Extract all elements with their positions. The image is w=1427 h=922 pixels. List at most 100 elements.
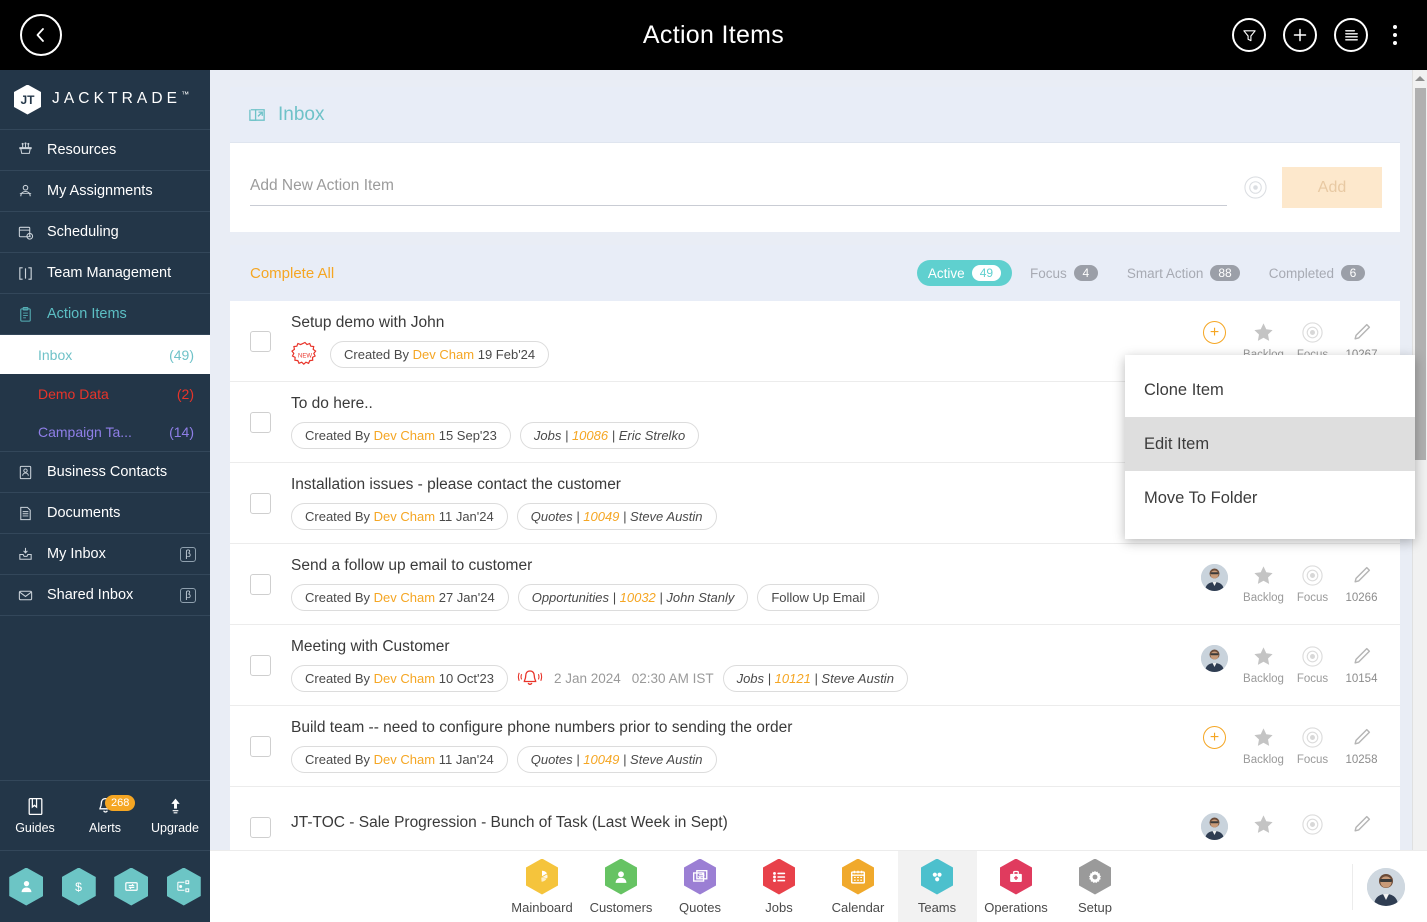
row-assignee[interactable] — [1190, 813, 1239, 840]
focus-target-icon[interactable] — [1301, 813, 1324, 836]
row-backlog-button[interactable]: Backlog — [1239, 645, 1288, 685]
star-icon[interactable] — [1252, 645, 1275, 668]
bottom-nav-item-mainboard[interactable]: Mainboard — [503, 851, 582, 922]
bottom-nav-label: Setup — [1078, 899, 1112, 915]
pencil-icon[interactable] — [1350, 321, 1373, 344]
row-backlog-button[interactable]: Backlog — [1239, 726, 1288, 766]
related-record-chip[interactable]: Jobs | 10086 | Eric Strelko — [519, 422, 700, 449]
row-add-assignee-button[interactable]: + — [1190, 321, 1239, 344]
bottom-nav-item-customers[interactable]: Customers — [582, 851, 661, 922]
kebab-menu-icon[interactable] — [1385, 21, 1405, 49]
hex-button-dollar[interactable]: $ — [61, 867, 96, 906]
row-checkbox[interactable] — [250, 411, 271, 433]
row-focus-button[interactable] — [1288, 813, 1337, 841]
star-icon[interactable] — [1252, 726, 1275, 749]
row-checkbox[interactable] — [250, 735, 271, 757]
sidebar-item-shared-inbox[interactable]: Shared Inbox β — [0, 575, 210, 616]
complete-all-button[interactable]: Complete All — [250, 265, 334, 282]
pencil-icon[interactable] — [1350, 645, 1373, 668]
tab-focus[interactable]: Focus 4 — [1019, 260, 1109, 286]
sidebar-item-action-items[interactable]: Action Items — [0, 294, 210, 335]
row-checkbox[interactable] — [250, 492, 271, 514]
sidebar-item-my-inbox[interactable]: My Inbox β — [0, 534, 210, 575]
row-backlog-button[interactable] — [1239, 813, 1288, 841]
avatar[interactable] — [1201, 564, 1228, 591]
row-edit-button[interactable]: 10154 — [1337, 645, 1386, 685]
sidebar-tool-upgrade[interactable]: Upgrade — [140, 796, 210, 835]
star-icon[interactable] — [1252, 321, 1275, 344]
focus-target-icon[interactable] — [1301, 645, 1324, 668]
plus-circle-icon[interactable]: + — [1203, 321, 1226, 344]
row-backlog-button[interactable]: Backlog — [1239, 564, 1288, 604]
table-row[interactable]: Build team -- need to configure phone nu… — [230, 706, 1400, 787]
context-menu-item-move[interactable]: Move To Folder — [1125, 471, 1415, 525]
hex-button-user[interactable] — [9, 867, 44, 906]
table-row[interactable]: Send a follow up email to customer Create… — [230, 544, 1400, 625]
row-edit-button[interactable]: 10258 — [1337, 726, 1386, 766]
row-checkbox[interactable] — [250, 654, 271, 676]
row-checkbox[interactable] — [250, 330, 271, 352]
bottom-nav-item-setup[interactable]: Setup — [1056, 851, 1135, 922]
context-menu-item-clone[interactable]: Clone Item — [1125, 363, 1415, 417]
tab-completed[interactable]: Completed 6 — [1258, 260, 1376, 286]
related-record-chip[interactable]: Quotes | 10049 | Steve Austin — [516, 746, 717, 773]
pencil-icon[interactable] — [1350, 726, 1373, 749]
focus-target-icon[interactable] — [1301, 321, 1324, 344]
sidebar-item-my-assignments[interactable]: My Assignments — [0, 171, 210, 212]
related-record-chip[interactable]: Quotes | 10049 | Steve Austin — [516, 503, 717, 530]
sidebar-item-resources[interactable]: Resources — [0, 130, 210, 171]
row-checkbox[interactable] — [250, 573, 271, 595]
hex-button-money-exchange[interactable] — [114, 867, 149, 906]
sidebar-subitem-inbox[interactable]: Inbox (49) — [0, 335, 210, 374]
avatar[interactable] — [1367, 867, 1405, 906]
tab-active[interactable]: Active 49 — [916, 260, 1013, 286]
row-focus-button[interactable]: Focus — [1288, 645, 1337, 685]
row-focus-button[interactable]: Focus — [1288, 564, 1337, 604]
add-item-button[interactable]: Add — [1282, 167, 1382, 208]
avatar[interactable] — [1201, 645, 1228, 672]
bottom-nav-item-calendar[interactable]: Calendar — [819, 851, 898, 922]
scroll-up-arrow-icon[interactable] — [1415, 76, 1425, 81]
row-checkbox[interactable] — [250, 816, 271, 838]
context-menu-item-edit[interactable]: Edit Item — [1125, 417, 1415, 471]
star-icon[interactable] — [1252, 813, 1275, 836]
add-button[interactable] — [1283, 18, 1317, 52]
sidebar-item-business-contacts[interactable]: Business Contacts — [0, 452, 210, 493]
bottom-nav-item-quotes[interactable]: Quotes — [661, 851, 740, 922]
sidebar-tool-alerts[interactable]: 268 Alerts — [70, 795, 140, 835]
add-action-item-input[interactable] — [250, 169, 1227, 206]
bottom-nav-item-operations[interactable]: Operations — [977, 851, 1056, 922]
filter-button[interactable] — [1232, 18, 1266, 52]
related-record-chip[interactable]: Jobs | 10121 | Steve Austin — [722, 665, 908, 692]
row-edit-button[interactable] — [1337, 813, 1386, 841]
list-view-button[interactable] — [1334, 18, 1368, 52]
row-edit-button[interactable]: 10266 — [1337, 564, 1386, 604]
sidebar-subitem-campaign-tasks[interactable]: Campaign Ta... (14) — [0, 413, 210, 452]
focus-target-icon[interactable] — [1301, 726, 1324, 749]
scrollbar-thumb[interactable] — [1415, 88, 1426, 460]
avatar[interactable] — [1201, 813, 1228, 840]
hex-button-workflow[interactable] — [166, 867, 201, 906]
row-assignee[interactable] — [1190, 645, 1239, 672]
focus-target-icon[interactable] — [1301, 564, 1324, 587]
back-button[interactable] — [20, 14, 62, 56]
sidebar-item-documents[interactable]: Documents — [0, 493, 210, 534]
creator-name: Dev Cham — [373, 509, 436, 524]
row-focus-button[interactable]: Focus — [1288, 726, 1337, 766]
sidebar-item-team-management[interactable]: Team Management — [0, 253, 210, 294]
pencil-icon[interactable] — [1350, 813, 1373, 836]
star-icon[interactable] — [1252, 564, 1275, 587]
related-record-chip[interactable]: Opportunities | 10032 | John Stanly — [517, 584, 749, 611]
sidebar-tool-guides[interactable]: Guides — [0, 796, 70, 835]
row-add-assignee-button[interactable]: + — [1190, 726, 1239, 749]
row-assignee[interactable] — [1190, 564, 1239, 591]
sidebar-subitem-demo-data[interactable]: Demo Data (2) — [0, 374, 210, 413]
bottom-nav-item-jobs[interactable]: Jobs — [740, 851, 819, 922]
pencil-icon[interactable] — [1350, 564, 1373, 587]
table-row[interactable]: Meeting with Customer Created By Dev Cham… — [230, 625, 1400, 706]
bottom-nav-item-teams[interactable]: Teams — [897, 850, 977, 922]
plus-circle-icon[interactable]: + — [1203, 726, 1226, 749]
target-icon[interactable] — [1243, 175, 1268, 200]
sidebar-item-scheduling[interactable]: Scheduling — [0, 212, 210, 253]
tab-smart-action[interactable]: Smart Action 88 — [1116, 260, 1251, 286]
